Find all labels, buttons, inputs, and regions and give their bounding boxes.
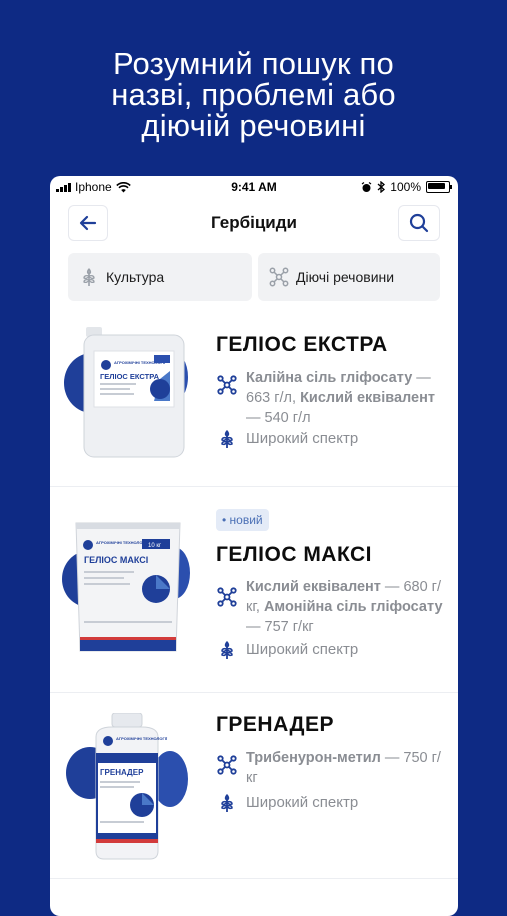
ingredients-text: Кислий еквівалент — 680 г/кг, Амонійна с… — [246, 577, 446, 637]
hero-line-2: назві, проблемі або — [111, 77, 396, 112]
phone-screen: Iphone 9:41 AM 100% Гербіциди Культура Д… — [50, 176, 458, 916]
filter-substances-label: Діючі речовини — [296, 269, 395, 285]
ingredient-name: Кислий еквівалент — [246, 579, 381, 595]
hero-line-3: діючій речовині — [141, 108, 366, 143]
wheat-icon — [78, 266, 100, 288]
ingredient-name: Трибенурон-метил — [246, 750, 381, 766]
pack3-name: ГРЕНАДЕР — [100, 768, 144, 777]
product-name: ГЕЛІОС МАКСІ — [216, 543, 373, 566]
spectrum-row: Широкий спектр — [216, 428, 446, 450]
product-image-bag: АГРОХІМІЧНІ ТЕХНОЛОГІЇ 10 кг ГЕЛІОС МАКС… — [62, 522, 190, 652]
pack2-brand: АГРОХІМІЧНІ ТЕХНОЛОГІЇ — [96, 540, 148, 545]
ingredients-row: Кислий еквівалент — 680 г/кг, Амонійна с… — [216, 577, 446, 637]
ingredients-row: Калійна сіль гліфосату — 663 г/л, Кислий… — [216, 368, 446, 428]
ingredients-text: Трибенурон-метил — 750 г/кг — [246, 748, 446, 788]
product-name: ГРЕНАДЕР — [216, 713, 335, 736]
page-title: Гербіциди — [211, 213, 297, 232]
filter-culture[interactable]: Культура — [68, 253, 252, 301]
molecule-icon — [216, 374, 238, 396]
wheat-icon — [216, 792, 238, 814]
ingredients-row: Трибенурон-метил — 750 г/кг — [216, 748, 446, 788]
search-button[interactable] — [398, 205, 440, 241]
product-image-bottle: АГРОХІМІЧНІ ТЕХНОЛОГІЇ ГРЕНАДЕР — [66, 713, 188, 860]
molecule-icon — [268, 266, 290, 288]
spectrum-label: Широкий спектр — [246, 794, 359, 811]
new-badge: • новий — [216, 509, 269, 531]
product-image-canister: АГРОХІМІЧНІ ТЕХНОЛОГІЇ ГЕЛІОС ЕКСТРА — [64, 327, 188, 458]
wheat-icon — [216, 639, 238, 661]
ingredient-name: Амонійна сіль гліфосату — [263, 599, 443, 615]
ingredient-value: — 757 г/кг — [246, 619, 314, 635]
battery-icon — [426, 181, 452, 193]
ingredient-name: Калійна сіль гліфосату — [246, 370, 413, 386]
bluetooth-icon — [377, 181, 386, 193]
spectrum-row: Широкий спектр — [216, 792, 446, 814]
product-card[interactable]: АГРОХІМІЧНІ ТЕХНОЛОГІЇ 10 кг ГЕЛІОС МАКС… — [50, 487, 458, 693]
molecule-icon — [216, 586, 238, 608]
ingredients-text: Калійна сіль гліфосату — 663 г/л, Кислий… — [246, 368, 446, 428]
ingredient-value: — 540 г/л — [246, 410, 311, 426]
wheat-icon — [216, 428, 238, 450]
product-name: ГЕЛІОС ЕКСТРА — [216, 333, 388, 356]
product-card[interactable]: АГРОХІМІЧНІ ТЕХНОЛОГІЇ ГЕЛІОС ЕКСТРА ГЕЛ… — [50, 311, 458, 487]
pack3-brand: АГРОХІМІЧНІ ТЕХНОЛОГІЇ — [116, 736, 168, 741]
hero-line-1: Розумний пошук по — [113, 46, 394, 81]
pack2-weight: 10 кг — [148, 543, 162, 549]
ingredient-name: Кислий еквівалент — [300, 390, 435, 406]
filter-bar: Культура Діючі речовини — [68, 253, 440, 301]
molecule-icon — [216, 754, 238, 776]
status-bar: Iphone 9:41 AM 100% — [50, 176, 458, 198]
spectrum-row: Широкий спектр — [216, 639, 446, 661]
battery-percent: 100% — [390, 180, 421, 194]
hero-heading: Розумний пошук по назві, проблемі або ді… — [0, 48, 507, 141]
status-right: 100% — [361, 180, 452, 194]
alarm-icon — [361, 181, 372, 192]
nav-bar: Гербіциди — [50, 198, 458, 248]
filter-active-substances[interactable]: Діючі речовини — [258, 253, 440, 301]
spectrum-label: Широкий спектр — [246, 430, 359, 447]
search-icon — [409, 213, 429, 233]
spectrum-label: Широкий спектр — [246, 641, 359, 658]
pack2-name: ГЕЛІОС МАКСІ — [84, 555, 148, 565]
pack1-name: ГЕЛІОС ЕКСТРА — [100, 372, 160, 381]
filter-culture-label: Культура — [106, 269, 165, 285]
product-card[interactable]: АГРОХІМІЧНІ ТЕХНОЛОГІЇ ГРЕНАДЕР ГРЕНАДЕР — [50, 693, 458, 879]
